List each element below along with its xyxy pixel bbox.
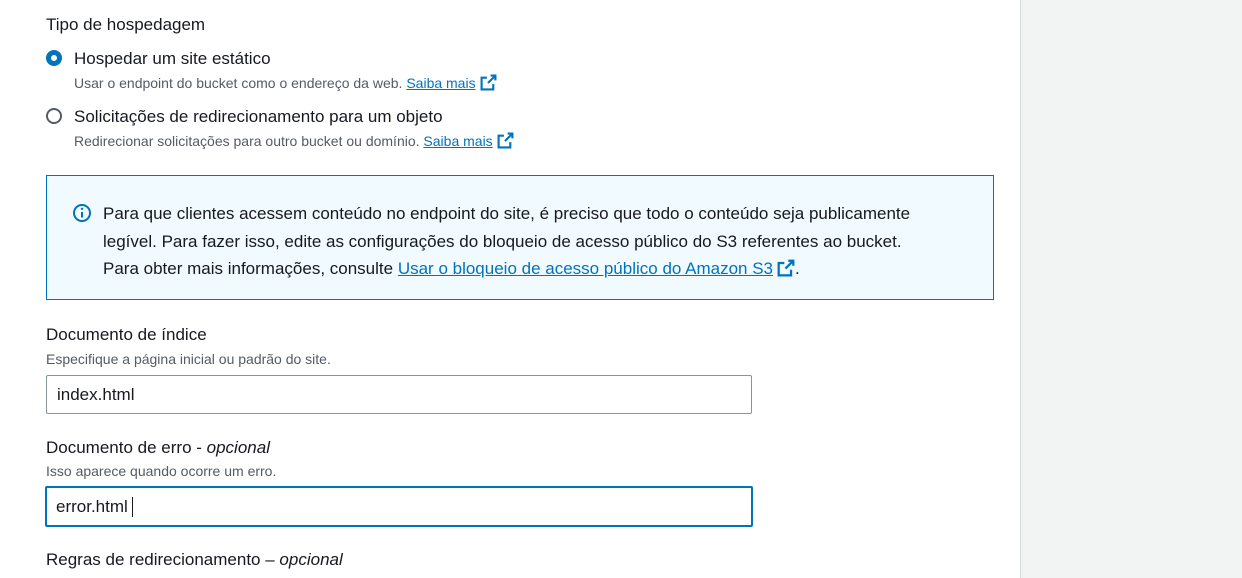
info-alert-suffix: .	[795, 259, 800, 278]
external-link-icon	[480, 74, 497, 91]
error-document-description: Isso aparece quando ocorre um erro.	[46, 463, 277, 479]
external-link-icon	[777, 259, 795, 277]
info-alert-line: Para que clientes acessem conteúdo no en…	[103, 204, 911, 223]
redirect-rules-label-text: Regras de redirecionamento –	[46, 550, 275, 569]
info-alert-line: legível. Para fazer isso, edite as confi…	[103, 231, 902, 251]
external-link-icon	[497, 132, 514, 149]
learn-more-label[interactable]: Saiba mais	[423, 133, 492, 149]
info-icon	[73, 204, 91, 222]
option-description-text: Redirecionar solicitações para outro buc…	[74, 133, 420, 149]
hosting-option-redirect[interactable]: Solicitações de redirecionamento para um…	[46, 107, 606, 153]
hosting-option-redirect-description: Redirecionar solicitações para outro buc…	[74, 132, 514, 149]
redirect-rules-label: Regras de redirecionamento – opcional	[46, 550, 343, 570]
block-public-access-link[interactable]: Usar o bloqueio de acesso público do Ama…	[398, 259, 795, 278]
option-description-text: Usar o endpoint do bucket como o endereç…	[74, 75, 403, 91]
hosting-type-label: Tipo de hospedagem	[46, 15, 206, 34]
index-document-label: Documento de índice	[46, 325, 207, 344]
index-document-value: index.html	[57, 384, 135, 404]
hosting-option-static[interactable]: Hospedar um site estático Usar o endpoin…	[46, 49, 606, 95]
learn-more-link[interactable]: Saiba mais	[406, 74, 497, 91]
optional-marker: opcional	[206, 438, 270, 457]
info-alert-text: Para que clientes acessem conteúdo no en…	[103, 200, 973, 283]
radio-selected-icon[interactable]	[46, 50, 62, 66]
error-document-label-text: Documento de erro -	[46, 438, 202, 457]
radio-unselected-icon[interactable]	[46, 108, 62, 124]
error-document-label: Documento de erro - opcional	[46, 438, 270, 458]
optional-marker: opcional	[279, 550, 343, 569]
index-document-input[interactable]: index.html	[46, 375, 752, 414]
learn-more-label[interactable]: Saiba mais	[406, 75, 475, 91]
error-document-value: error.html	[56, 496, 128, 516]
info-alert: Para que clientes acessem conteúdo no en…	[46, 175, 994, 300]
info-alert-prefix: Para obter mais informações, consulte	[103, 259, 394, 278]
text-cursor	[131, 496, 133, 517]
error-document-input[interactable]: error.html	[45, 486, 753, 527]
hosting-option-static-label: Hospedar um site estático	[74, 49, 271, 68]
learn-more-link[interactable]: Saiba mais	[423, 132, 514, 149]
hosting-option-redirect-label: Solicitações de redirecionamento para um…	[74, 107, 443, 126]
static-website-panel: Tipo de hospedagem Hospedar um site está…	[0, 0, 1021, 578]
block-public-access-label[interactable]: Usar o bloqueio de acesso público do Ama…	[398, 259, 773, 278]
info-alert-line: Para obter mais informações, consulte Us…	[103, 255, 973, 283]
index-document-description: Especifique a página inicial ou padrão d…	[46, 351, 331, 367]
hosting-option-static-description: Usar o endpoint do bucket como o endereç…	[74, 74, 497, 91]
